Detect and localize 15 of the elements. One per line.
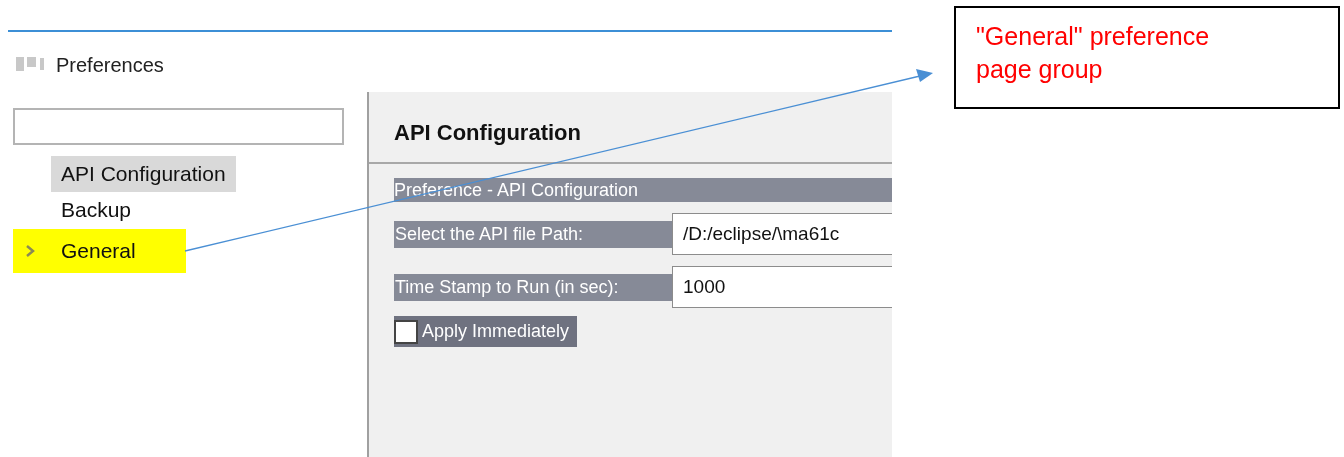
text-field[interactable]: 1000 (672, 266, 892, 308)
chevron-icon[interactable] (25, 244, 35, 258)
callout-text: "General" preference page group (976, 21, 1211, 85)
checkbox-row[interactable]: Apply Immediately (394, 316, 578, 347)
page-title: API Configuration (394, 119, 582, 147)
field-label: Time Stamp to Run (in sec): (394, 273, 672, 301)
tree-item[interactable]: API Configuration (51, 156, 236, 192)
tree-item[interactable]: Backup (51, 192, 142, 228)
window-title: Preferences (56, 53, 164, 78)
field-label: Select the API file Path: (394, 220, 672, 248)
text-field[interactable]: /D:/eclipse/\ma61c (672, 213, 892, 255)
filter-field[interactable] (13, 108, 344, 145)
checkbox-label: Apply Immediately (422, 320, 570, 343)
checkbox[interactable] (394, 319, 418, 344)
section-header: Preference - API Configuration (394, 178, 892, 202)
